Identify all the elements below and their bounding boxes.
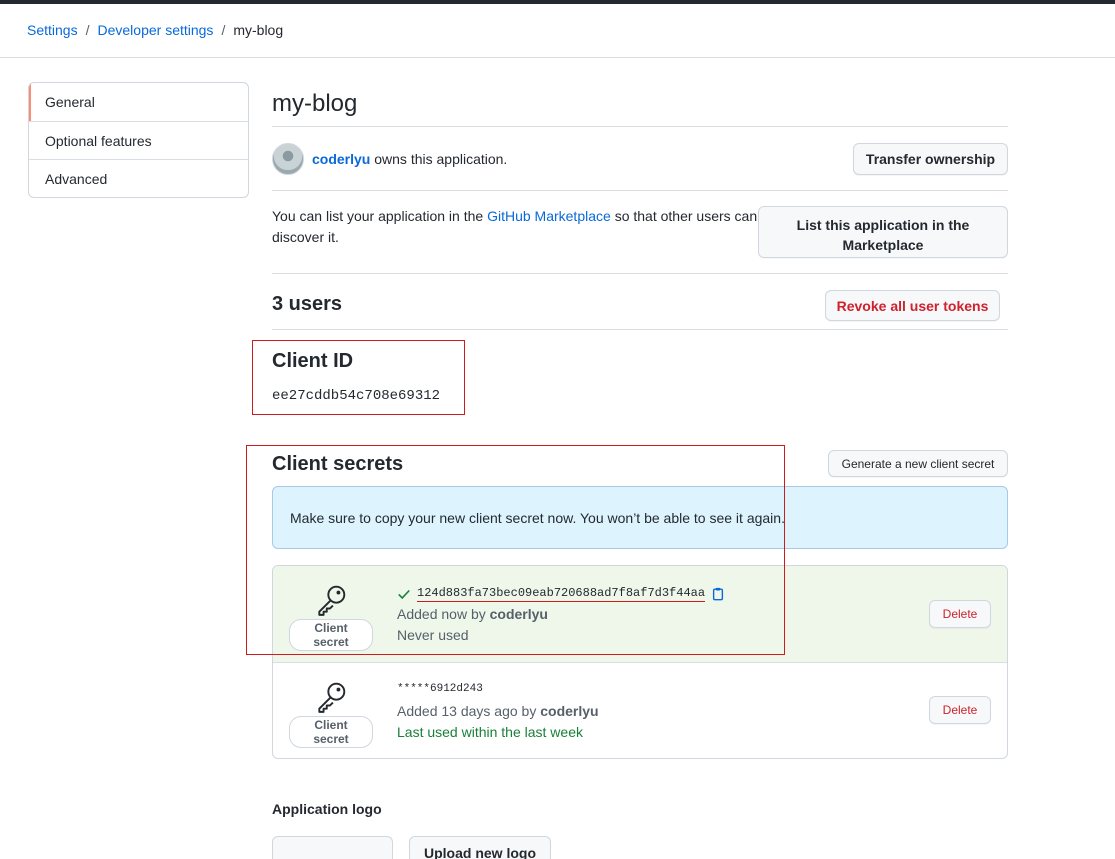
users-count-title: 3 users <box>272 293 343 315</box>
key-icon <box>318 682 346 713</box>
breadcrumb-separator: / <box>85 22 90 38</box>
breadcrumb-current: my-blog <box>233 22 284 38</box>
avatar[interactable] <box>272 143 304 175</box>
divider <box>272 126 1008 127</box>
github-marketplace-link[interactable]: GitHub Marketplace <box>487 208 611 224</box>
marketplace-text-pre: You can list your application in the <box>272 208 484 224</box>
list-button-line2: Marketplace <box>842 236 924 253</box>
secret-usage: Last used within the last week <box>397 724 583 740</box>
owner-suffix: owns this application. <box>374 151 508 167</box>
client-secret-badge: Client secret <box>289 716 373 748</box>
secret-key-block: Client secret <box>289 680 373 748</box>
breadcrumb: Settings / Developer settings / my-blog <box>27 22 283 38</box>
breadcrumb-developer-settings[interactable]: Developer settings <box>97 22 213 38</box>
owner-text: coderlyu owns this application. <box>312 151 507 167</box>
client-secret-highlight <box>246 445 785 655</box>
divider <box>272 190 1008 191</box>
list-in-marketplace-button[interactable]: List this application in the Marketplace <box>758 206 1008 258</box>
header-divider <box>0 57 1115 58</box>
added-by-user: coderlyu <box>540 703 599 719</box>
owner-link[interactable]: coderlyu <box>312 151 370 167</box>
breadcrumb-separator: / <box>221 22 226 38</box>
secret-added-line: Added 13 days ago by coderlyu <box>397 701 599 722</box>
upload-logo-button[interactable]: Upload new logo <box>409 836 551 859</box>
secret-info: *****6912d243 Added 13 days ago by coder… <box>397 683 599 743</box>
logo-preview <box>272 836 393 859</box>
client-id-highlight <box>252 340 465 415</box>
transfer-ownership-button[interactable]: Transfer ownership <box>853 143 1008 175</box>
breadcrumb-settings[interactable]: Settings <box>27 22 78 38</box>
delete-secret-button[interactable]: Delete <box>929 600 991 628</box>
delete-secret-button[interactable]: Delete <box>929 696 991 724</box>
page-title: my-blog <box>272 90 358 117</box>
settings-sidebar: General Optional features Advanced <box>28 82 249 198</box>
application-logo-title: Application logo <box>272 801 382 817</box>
sidebar-item-general[interactable]: General <box>29 83 248 121</box>
divider <box>272 273 1008 274</box>
old-secret-value: *****6912d243 <box>397 683 483 695</box>
revoke-all-user-tokens-button[interactable]: Revoke all user tokens <box>825 290 1000 321</box>
list-item: Client secret *****6912d243 Added 13 day… <box>273 663 1007 758</box>
divider <box>272 329 1008 330</box>
sidebar-item-optional-features[interactable]: Optional features <box>29 121 248 159</box>
sidebar-item-advanced[interactable]: Advanced <box>29 159 248 197</box>
list-button-line1: List this application in the <box>796 216 970 233</box>
marketplace-description: You can list your application in the Git… <box>272 206 772 248</box>
added-prefix: Added 13 days ago by <box>397 703 537 719</box>
generate-client-secret-button[interactable]: Generate a new client secret <box>828 450 1008 477</box>
top-bar <box>0 0 1115 4</box>
